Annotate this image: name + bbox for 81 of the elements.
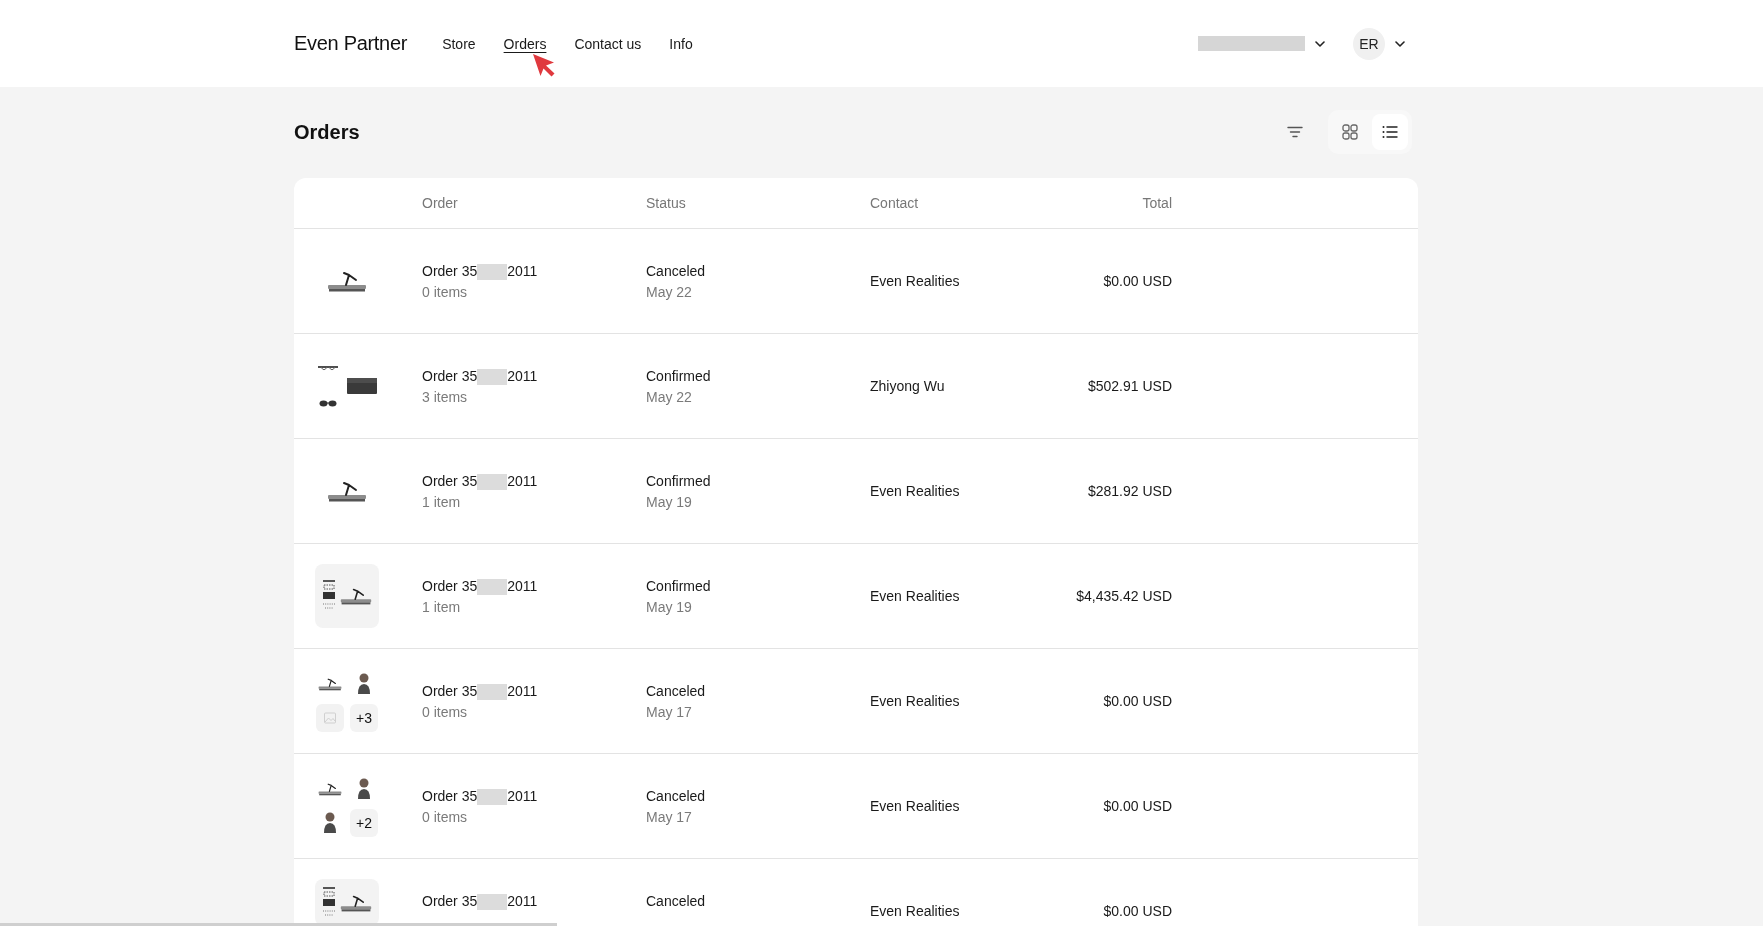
list-icon [1382, 125, 1398, 139]
avatar[interactable]: ER [1353, 27, 1385, 60]
order-date: May 19 [646, 599, 692, 615]
items-count: 0 items [422, 809, 468, 825]
order-status: Confirmed [646, 577, 711, 596]
list-view-button[interactable] [1372, 114, 1408, 150]
items-count: 3 items [422, 389, 468, 405]
stand-drawing [327, 480, 367, 502]
image-placeholder-icon [316, 704, 344, 732]
order-total: $4,435.42 USD [1076, 588, 1172, 604]
contact-name: Even Realities [870, 798, 960, 814]
person-silhouette-drawing [357, 672, 371, 696]
contact-name: Even Realities [870, 273, 960, 289]
column-header: Total [1141, 195, 1172, 211]
column-header: Contact [870, 195, 920, 211]
stand-drawing [340, 893, 372, 912]
more-count: +3 [350, 704, 378, 732]
sunglasses-drawing [319, 399, 337, 407]
order-date: May 22 [646, 389, 692, 405]
chevron-down-icon[interactable] [1395, 40, 1405, 47]
stand-drawing [327, 270, 367, 292]
contact-name: Even Realities [870, 903, 960, 919]
scrollbar-thumb[interactable] [0, 923, 557, 926]
contact-name: Even Realities [870, 693, 960, 709]
stand-drawing [318, 677, 342, 691]
contact-name: Even Realities [870, 483, 960, 499]
brand-logo[interactable]: Even Partner [294, 32, 408, 55]
items-count: 1 item [422, 599, 461, 615]
chevron-down-icon[interactable] [1315, 40, 1325, 47]
glasses-case-drawing [347, 378, 377, 394]
order-number-suffix: 2011 [507, 472, 538, 491]
more-count: +2 [350, 809, 378, 837]
order-number-suffix: 2011 [507, 367, 538, 386]
order-date: May 17 [646, 704, 692, 720]
order-number-prefix: Order 35 [422, 472, 478, 491]
items-count: 0 items [422, 284, 468, 300]
nav-link[interactable]: Store [442, 33, 476, 54]
order-number-suffix: 2011 [507, 577, 538, 596]
contact-name: Even Realities [870, 588, 960, 604]
stand-drawing [340, 587, 372, 605]
items-count: 1 item [422, 494, 461, 510]
items-count: 0 items [422, 704, 468, 720]
order-date: May 19 [646, 494, 692, 510]
order-total: $0.00 USD [1103, 903, 1172, 919]
person-silhouette-drawing [357, 777, 371, 801]
nav-link[interactable]: Orders [503, 33, 547, 54]
order-number-suffix: 2011 [507, 892, 538, 911]
stand-drawing [318, 782, 342, 796]
order-total: $281.92 USD [1087, 483, 1172, 499]
order-status: Canceled [646, 262, 706, 281]
order-total: $502.91 USD [1087, 378, 1172, 394]
order-status: Canceled [646, 787, 706, 806]
order-number-prefix: Order 35 [422, 682, 478, 701]
page-title: Orders [294, 120, 360, 144]
order-number-suffix: 2011 [507, 787, 538, 806]
order-status: Canceled [646, 682, 706, 701]
person-silhouette-drawing [323, 811, 337, 835]
column-header: Status [646, 195, 687, 211]
order-number-suffix: 2011 [507, 262, 538, 281]
order-date: May 17 [646, 809, 692, 825]
order-number-prefix: Order 35 [422, 892, 478, 911]
order-total: $0.00 USD [1103, 693, 1172, 709]
order-number-prefix: Order 35 [422, 577, 478, 596]
order-date: May 22 [646, 284, 692, 300]
grid-icon [1342, 124, 1358, 140]
order-number-prefix: Order 35 [422, 262, 478, 281]
nav-link[interactable]: Info [669, 33, 693, 54]
contact-name: Zhiyong Wu [870, 378, 945, 394]
order-total: $0.00 USD [1103, 273, 1172, 289]
order-number-prefix: Order 35 [422, 787, 478, 806]
order-status: Confirmed [646, 472, 711, 491]
order-status: Confirmed [646, 367, 711, 386]
nav-link[interactable]: Contact us [574, 33, 642, 54]
column-header: Order [422, 195, 459, 211]
order-number-prefix: Order 35 [422, 367, 478, 386]
order-number-suffix: 2011 [507, 682, 538, 701]
glasses-drawing [317, 365, 339, 373]
cursor-arrow-icon [532, 53, 556, 77]
order-total: $0.00 USD [1103, 798, 1172, 814]
order-status: Canceled [646, 892, 706, 911]
filter-icon [1287, 126, 1303, 138]
